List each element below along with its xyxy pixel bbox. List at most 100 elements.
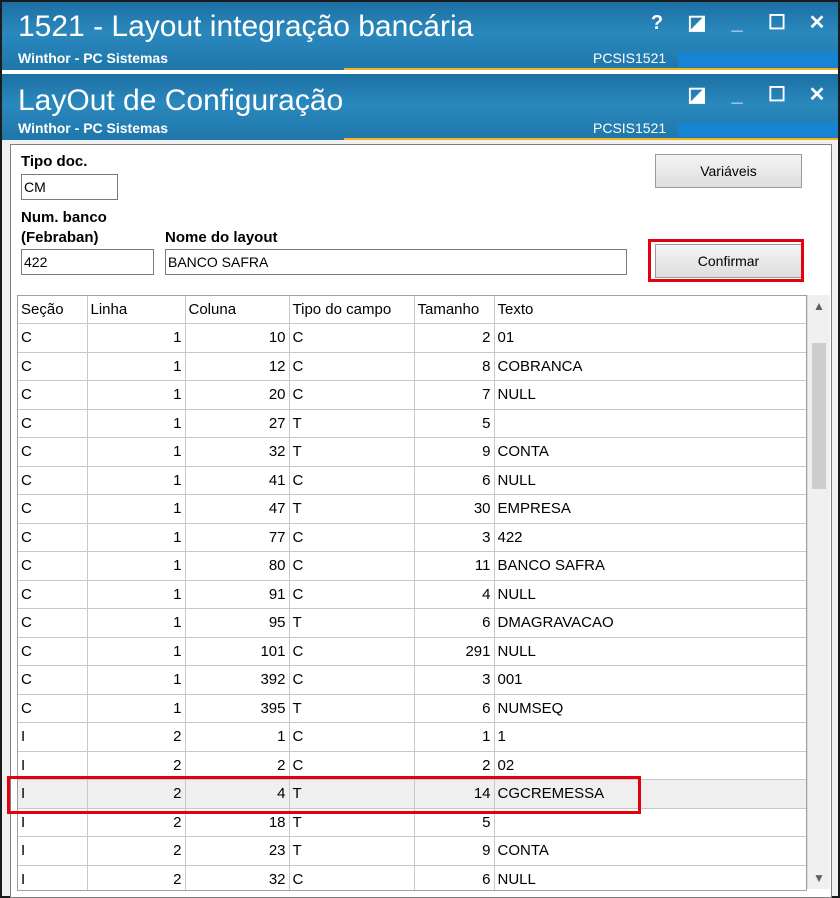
cell-tamanho[interactable]: 6 [414, 466, 495, 495]
cell-coluna[interactable]: 91 [185, 580, 290, 609]
cell-linha[interactable]: 2 [87, 722, 186, 752]
table-row[interactable]: C 1 27 T 5 [18, 409, 806, 438]
cell-tamanho[interactable]: 30 [414, 494, 495, 524]
vertical-scrollbar[interactable]: ▲ ▼ [807, 295, 830, 889]
cell-tipo-campo[interactable]: C [289, 665, 415, 695]
cell-texto[interactable]: BANCO SAFRA [494, 551, 806, 581]
cell-secao[interactable]: I [18, 865, 88, 890]
cell-linha[interactable]: 1 [87, 608, 186, 638]
cell-linha[interactable]: 1 [87, 323, 186, 353]
cell-tipo-campo[interactable]: T [289, 836, 415, 866]
cell-tipo-campo[interactable]: C [289, 523, 415, 552]
cell-secao[interactable]: C [18, 437, 88, 467]
cell-texto[interactable]: 422 [494, 523, 806, 552]
cell-coluna[interactable]: 20 [185, 380, 290, 410]
restore-icon[interactable]: ◪ [686, 84, 708, 106]
cell-texto[interactable]: 1 [494, 722, 806, 752]
restore-icon[interactable]: ◪ [686, 12, 708, 34]
cell-tamanho[interactable]: 4 [414, 580, 495, 609]
cell-texto[interactable]: NULL [494, 580, 806, 609]
cell-secao[interactable]: C [18, 580, 88, 609]
table-row[interactable]: C 1 12 C 8 COBRANCA [18, 352, 806, 381]
cell-secao[interactable]: I [18, 751, 88, 780]
cell-linha[interactable]: 1 [87, 409, 186, 438]
cell-texto[interactable]: 001 [494, 665, 806, 695]
num-banco-input[interactable]: 422 [21, 249, 154, 275]
table-row[interactable]: C 1 395 T 6 NUMSEQ [18, 694, 806, 723]
cell-secao[interactable]: C [18, 409, 88, 438]
cell-coluna[interactable]: 95 [185, 608, 290, 638]
minimize-icon[interactable]: _ [726, 84, 748, 106]
cell-texto[interactable]: COBRANCA [494, 352, 806, 381]
cell-linha[interactable]: 2 [87, 865, 186, 890]
cell-tamanho[interactable]: 8 [414, 352, 495, 381]
cell-linha[interactable]: 1 [87, 580, 186, 609]
table-row[interactable]: C 1 80 C 11 BANCO SAFRA [18, 551, 806, 581]
cell-tamanho[interactable]: 6 [414, 865, 495, 890]
cell-linha[interactable]: 1 [87, 437, 186, 467]
scrollbar-thumb[interactable] [812, 343, 826, 489]
cell-secao[interactable]: C [18, 665, 88, 695]
cell-tipo-campo[interactable]: C [289, 380, 415, 410]
table-row[interactable]: C 1 101 C 291 NULL [18, 637, 806, 666]
cell-tipo-campo[interactable]: C [289, 323, 415, 353]
col-header-texto[interactable]: Texto [494, 296, 806, 324]
variaveis-button[interactable]: Variáveis [655, 154, 802, 188]
cell-linha[interactable]: 2 [87, 779, 186, 809]
scroll-up-icon[interactable]: ▲ [808, 299, 830, 313]
cell-coluna[interactable]: 12 [185, 352, 290, 381]
scroll-down-icon[interactable]: ▼ [808, 871, 830, 885]
maximize-icon[interactable]: ☐ [766, 12, 788, 34]
cell-coluna[interactable]: 27 [185, 409, 290, 438]
cell-coluna[interactable]: 32 [185, 865, 290, 890]
cell-secao[interactable]: C [18, 380, 88, 410]
cell-coluna[interactable]: 4 [185, 779, 290, 809]
cell-texto[interactable]: 02 [494, 751, 806, 780]
cell-tipo-campo[interactable]: C [289, 637, 415, 666]
cell-tipo-campo[interactable]: T [289, 608, 415, 638]
table-row[interactable]: I21C11 [18, 722, 806, 752]
cell-coluna[interactable]: 77 [185, 523, 290, 552]
table-row[interactable]: C 1 95 T 6 DMAGRAVACAO [18, 608, 806, 638]
cell-tamanho[interactable]: 6 [414, 694, 495, 723]
cell-texto[interactable]: NULL [494, 380, 806, 410]
cell-linha[interactable]: 1 [87, 694, 186, 723]
cell-texto[interactable] [494, 409, 806, 438]
cell-coluna[interactable]: 80 [185, 551, 290, 581]
cell-tipo-campo[interactable]: T [289, 779, 415, 809]
cell-linha[interactable]: 1 [87, 352, 186, 381]
cell-secao[interactable]: C [18, 523, 88, 552]
nome-layout-input[interactable]: BANCO SAFRA [165, 249, 627, 275]
cell-tipo-campo[interactable]: C [289, 751, 415, 780]
cell-texto[interactable]: 01 [494, 323, 806, 353]
cell-tipo-campo[interactable]: C [289, 865, 415, 890]
cell-tamanho[interactable]: 6 [414, 608, 495, 638]
cell-secao[interactable]: I [18, 722, 88, 752]
cell-secao[interactable]: C [18, 323, 88, 353]
cell-texto[interactable]: CONTA [494, 437, 806, 467]
table-row[interactable]: I 2 32 C 6 NULL [18, 865, 806, 890]
cell-tipo-campo[interactable]: C [289, 551, 415, 581]
cell-texto[interactable]: DMAGRAVACAO [494, 608, 806, 638]
cell-tipo-campo[interactable]: T [289, 409, 415, 438]
minimize-icon[interactable]: _ [726, 12, 748, 34]
cell-coluna[interactable]: 1 [185, 722, 290, 752]
table-row[interactable]: C 1 392 C 3 001 [18, 665, 806, 695]
cell-coluna[interactable]: 392 [185, 665, 290, 695]
cell-texto[interactable]: CONTA [494, 836, 806, 866]
cell-coluna[interactable]: 395 [185, 694, 290, 723]
cell-coluna[interactable]: 41 [185, 466, 290, 495]
cell-tipo-campo[interactable]: T [289, 437, 415, 467]
cell-tipo-campo[interactable]: C [289, 352, 415, 381]
cell-tipo-campo[interactable]: C [289, 580, 415, 609]
col-header-secao[interactable]: Seção [18, 296, 88, 324]
cell-linha[interactable]: 2 [87, 836, 186, 866]
cell-secao[interactable]: C [18, 694, 88, 723]
table-row[interactable]: C 1 41 C 6 NULL [18, 466, 806, 495]
table-row[interactable]: I 2 2 C 2 02 [18, 751, 806, 780]
cell-coluna[interactable]: 47 [185, 494, 290, 524]
cell-linha[interactable]: 1 [87, 466, 186, 495]
cell-linha[interactable]: 1 [87, 637, 186, 666]
cell-linha[interactable]: 1 [87, 380, 186, 410]
cell-linha[interactable]: 2 [87, 751, 186, 780]
